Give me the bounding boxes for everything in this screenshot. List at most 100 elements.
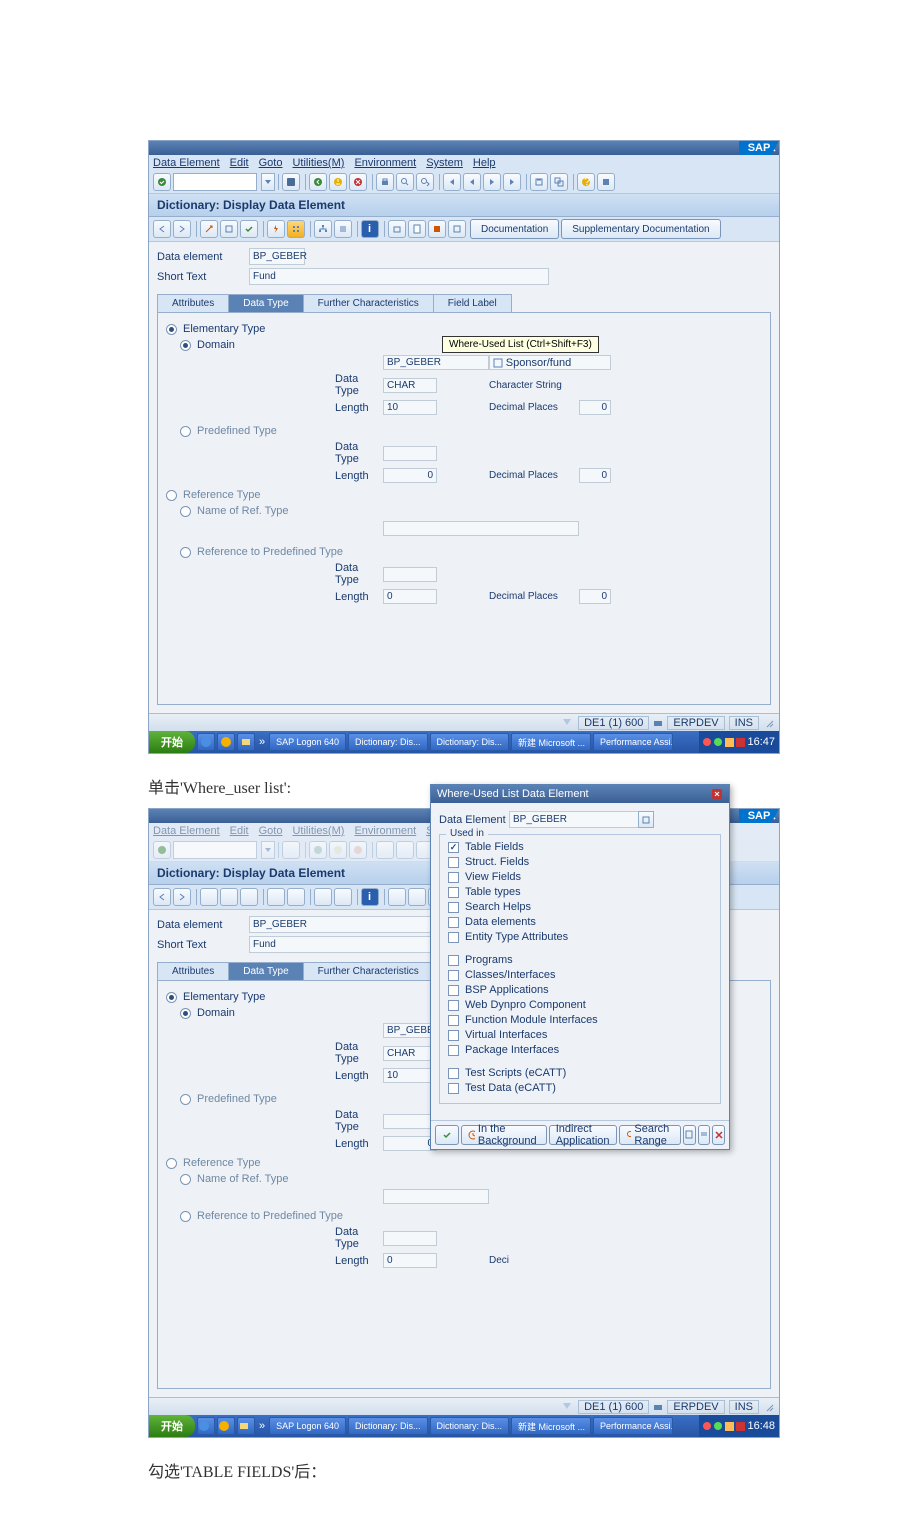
menu-item[interactable]: Data Element <box>153 157 220 169</box>
tab-attributes[interactable]: Attributes <box>157 962 229 980</box>
radio-ref-predef[interactable]: Reference to Predefined Type <box>180 1210 762 1222</box>
append-icon[interactable] <box>388 220 406 238</box>
display-change-icon[interactable] <box>200 220 218 238</box>
list-icon[interactable] <box>334 888 352 906</box>
f4-button[interactable] <box>638 811 654 828</box>
task-item[interactable]: Dictionary: Dis... <box>348 1417 428 1435</box>
info-icon[interactable]: i <box>361 220 379 238</box>
where-used-icon[interactable] <box>287 888 305 906</box>
task-item[interactable]: SAP Logon 640 <box>269 1417 346 1435</box>
tab-further[interactable]: Further Characteristics <box>303 294 434 312</box>
task-item[interactable]: Dictionary: Dis... <box>430 1417 510 1435</box>
back-icon[interactable] <box>309 173 327 191</box>
chk-table-types[interactable]: Table types <box>448 886 712 898</box>
activate-icon[interactable] <box>267 220 285 238</box>
task-explorer-icon[interactable] <box>237 1417 255 1435</box>
tab-further[interactable]: Further Characteristics <box>303 962 434 980</box>
check-icon[interactable] <box>240 220 258 238</box>
suppl-icon[interactable] <box>448 220 466 238</box>
tab-datatype[interactable]: Data Type <box>228 962 303 980</box>
find-next-icon[interactable] <box>416 173 434 191</box>
hierarchy-icon[interactable] <box>314 220 332 238</box>
cancel-icon[interactable] <box>349 173 367 191</box>
tab-fieldlabel[interactable]: Field Label <box>433 294 512 312</box>
chk-data-elements[interactable]: Data elements <box>448 916 712 928</box>
chk-search-helps[interactable]: Search Helps <box>448 901 712 913</box>
other-object-icon[interactable] <box>220 888 238 906</box>
menu-item[interactable]: Utilities(M) <box>292 157 344 169</box>
chk-test-data[interactable]: Test Data (eCATT) <box>448 1082 712 1094</box>
f4-icon[interactable] <box>493 358 503 368</box>
nav-back-icon[interactable] <box>153 888 171 906</box>
popup-bg-button[interactable]: In the Background <box>461 1125 547 1145</box>
popup-cancel-button[interactable] <box>712 1125 725 1145</box>
exit-icon[interactable] <box>329 173 347 191</box>
doc-icon[interactable] <box>408 888 426 906</box>
command-field[interactable] <box>173 173 257 191</box>
popup-search-range-button[interactable]: Search Range <box>619 1125 682 1145</box>
documentation-button[interactable]: Documentation <box>470 219 559 239</box>
task-item[interactable]: Dictionary: Dis... <box>430 733 510 751</box>
chk-table-fields[interactable]: Table Fields <box>448 841 712 853</box>
radio-name-reftype[interactable]: Name of Ref. Type <box>180 1173 762 1185</box>
activate-icon[interactable] <box>267 888 285 906</box>
popup-indirect-button[interactable]: Indirect Application <box>549 1125 617 1145</box>
task-item[interactable]: 新建 Microsoft ... <box>511 733 591 751</box>
tab-attributes[interactable]: Attributes <box>157 294 229 312</box>
doc-icon[interactable] <box>408 220 426 238</box>
supp-doc-button[interactable]: Supplementary Documentation <box>561 219 720 239</box>
task-outlook-icon[interactable] <box>217 733 235 751</box>
task-item[interactable]: Performance Assi... <box>593 733 673 751</box>
nav-fwd-icon[interactable] <box>173 888 191 906</box>
nav-back-icon[interactable] <box>153 220 171 238</box>
chk-test-scripts[interactable]: Test Scripts (eCATT) <box>448 1067 712 1079</box>
radio-reftype[interactable]: Reference Type <box>166 489 762 501</box>
prev-page-icon[interactable] <box>463 173 481 191</box>
help-icon[interactable]: ? <box>577 173 595 191</box>
new-session-icon[interactable] <box>530 173 548 191</box>
msg-icon[interactable] <box>560 1401 574 1413</box>
chk-programs[interactable]: Programs <box>448 954 712 966</box>
nav-fwd-icon[interactable] <box>173 220 191 238</box>
next-page-icon[interactable] <box>483 173 501 191</box>
print-icon[interactable] <box>376 173 394 191</box>
enter-icon[interactable] <box>153 173 171 191</box>
task-item[interactable]: SAP Logon 640 <box>269 733 346 751</box>
task-ie-icon[interactable] <box>197 733 215 751</box>
chk-fm[interactable]: Function Module Interfaces <box>448 1014 712 1026</box>
list-icon[interactable] <box>334 220 352 238</box>
append-icon[interactable] <box>388 888 406 906</box>
dropdown-icon[interactable] <box>261 173 275 191</box>
menu-item[interactable]: Edit <box>230 157 249 169</box>
task-explorer-icon[interactable] <box>237 733 255 751</box>
chk-struct-fields[interactable]: Struct. Fields <box>448 856 712 868</box>
chk-view-fields[interactable]: View Fields <box>448 871 712 883</box>
tech-icon[interactable] <box>428 220 446 238</box>
radio-ref-predef[interactable]: Reference to Predefined Type <box>180 546 762 558</box>
msg-icon[interactable] <box>560 717 574 729</box>
task-item[interactable]: 新建 Microsoft ... <box>511 1417 591 1435</box>
popup-copy-button[interactable] <box>683 1125 696 1145</box>
task-ie-icon[interactable] <box>197 1417 215 1435</box>
chk-classes[interactable]: Classes/Interfaces <box>448 969 712 981</box>
menu-item[interactable]: System <box>426 157 463 169</box>
popup-ok-button[interactable] <box>435 1125 459 1145</box>
task-item[interactable]: Dictionary: Dis... <box>348 733 428 751</box>
chk-package[interactable]: Package Interfaces <box>448 1044 712 1056</box>
popup-list-button[interactable] <box>698 1125 711 1145</box>
find-icon[interactable] <box>396 173 414 191</box>
check-icon[interactable] <box>240 888 258 906</box>
chk-webdynpro[interactable]: Web Dynpro Component <box>448 999 712 1011</box>
chk-bsp[interactable]: BSP Applications <box>448 984 712 996</box>
where-used-icon[interactable] <box>287 220 305 238</box>
display-change-icon[interactable] <box>200 888 218 906</box>
other-object-icon[interactable] <box>220 220 238 238</box>
menu-item[interactable]: Environment <box>354 157 416 169</box>
resize-icon[interactable] <box>763 1401 775 1413</box>
menu-item[interactable]: Goto <box>259 157 283 169</box>
task-item[interactable]: Performance Assi... <box>593 1417 673 1435</box>
first-page-icon[interactable] <box>443 173 461 191</box>
radio-elementary[interactable]: Elementary Type <box>166 323 762 335</box>
layout-icon[interactable] <box>597 173 615 191</box>
save-icon[interactable] <box>282 173 300 191</box>
